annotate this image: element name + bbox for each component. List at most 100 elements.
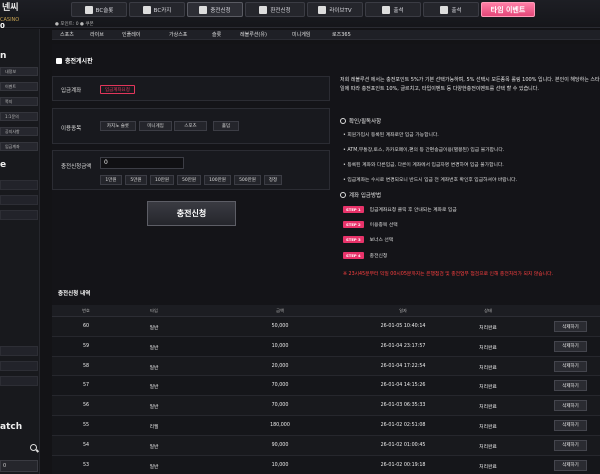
amount-chip[interactable]: 50만원 (177, 175, 201, 185)
search-icon[interactable] (30, 444, 37, 451)
delete-button[interactable]: 삭제하기 (554, 439, 587, 451)
delete-button[interactable]: 삭제하기 (554, 380, 587, 392)
delete-button[interactable]: 삭제하기 (554, 459, 587, 471)
account-request-button[interactable]: 입금계좌요청 (100, 85, 135, 94)
cell-amount: 10,000 (271, 462, 289, 468)
account-row: 입금계좌 입금계좌요청 (52, 76, 330, 101)
amount-input[interactable]: 0 (100, 157, 184, 169)
cell-amount: 70,000 (271, 383, 289, 389)
check-heading-text: 확인/필독사항 (349, 119, 382, 125)
amount-chip[interactable]: 1만원 (100, 175, 122, 185)
step-text: 입금계좌요청 클릭 후 안내되는 계좌로 입금 (369, 208, 457, 213)
sidebar-heading: atch (0, 422, 23, 432)
game-option[interactable]: 미니게임 (139, 121, 172, 131)
game-option[interactable]: 카지노 슬롯 (100, 121, 136, 131)
page-title-text: 충전게시판 (65, 58, 93, 65)
top-button-label: 출석 (451, 7, 462, 14)
cell-date: 26-01-04 17:22:54 (380, 363, 426, 369)
amount-chip[interactable]: 10만원 (150, 175, 174, 185)
method-heading-text: 계좌 입금방법 (349, 193, 382, 199)
notice-bullet-text: 입금계좌는 수시로 변경되오니 반드시 입금 전 계좌번호 확인후 입금하셔야 … (347, 178, 518, 183)
sidebar-block[interactable] (0, 361, 38, 371)
sidebar-item[interactable]: 공지사항 (0, 127, 38, 136)
cell-amount: 50,000 (271, 324, 289, 329)
column-header: 금액 (276, 308, 284, 313)
game-option[interactable]: 스포츠 (174, 121, 207, 131)
submit-deposit-button[interactable]: 충전신청 (147, 201, 236, 226)
top-button-attendance-2[interactable]: 출석 (423, 2, 479, 17)
step-badge: STEP 1 (343, 206, 364, 213)
sidebar-item-deposit-account[interactable]: 입금계좌 (0, 142, 38, 151)
top-button-bc-casino[interactable]: BC카지 (129, 2, 185, 17)
point-radios[interactable]: ● 포인트: 0 ● 쿠폰 (55, 21, 94, 27)
sidebar-item[interactable]: 내정보 (0, 67, 38, 76)
notice-bullet: • ATM,무통장,토스, 카카오페이,편의 등 간편송금이용(별봉된) 입금 … (343, 148, 505, 153)
top-button-live-tv[interactable]: 라이브TV (307, 2, 363, 17)
table-header: 번호 타입 금액 일자 상태 (52, 305, 600, 317)
cell-no: 60 (82, 324, 90, 329)
category-tab[interactable]: 슬롯 (212, 31, 221, 38)
cell-no: 54 (82, 442, 90, 448)
history-table: 번호 타입 금액 일자 상태 60 일반 50,000 26-01-05 10:40:… (52, 305, 600, 474)
top-button-attendance[interactable]: 출석 (365, 2, 421, 17)
game-label: 이용종목 (61, 126, 82, 132)
delete-button[interactable]: 삭제하기 (554, 321, 587, 332)
top-button-withdraw[interactable]: 환전신청 (245, 2, 305, 17)
time-event-button[interactable]: 타임 이벤트 (481, 2, 535, 17)
category-tab[interactable]: 레볼루션(유) (240, 31, 267, 38)
notice-intro: 저희 레볼루션 에서는 충전포인트 5%가 기본 선택가능하며, 5% 선택시 … (340, 77, 600, 92)
delete-button[interactable]: 삭제하기 (554, 340, 587, 352)
table-row: 58 일반 20,000 26-01-04 17:22:54 처리완료 삭제하기 (52, 356, 600, 377)
account-label: 입금계좌 (61, 88, 82, 94)
check-icon (440, 5, 449, 14)
cell-type: 일반 (149, 326, 159, 331)
history-title: 충전신청 내역 (58, 291, 91, 297)
withdraw-icon (259, 5, 268, 14)
table-row: 60 일반 50,000 26-01-05 10:40:14 처리완료 삭제하기 (52, 317, 600, 337)
logo[interactable]: 넨씨 (2, 0, 19, 13)
sidebar-block[interactable] (0, 180, 38, 190)
sidebar-block[interactable] (0, 346, 38, 356)
top-button-label: 출석 (393, 7, 404, 14)
category-tab[interactable]: 가상스포 (169, 31, 187, 38)
amount-chip[interactable]: 5만원 (125, 175, 147, 185)
cell-no: 59 (82, 343, 90, 349)
top-button-deposit[interactable]: 충전신청 (187, 2, 243, 17)
sidebar-select[interactable]: 0 (0, 460, 38, 472)
amount-clear-button[interactable]: 정정 (264, 175, 282, 185)
cell-date: 26-01-02 01:00:45 (380, 442, 426, 448)
cell-amount: 180,000 (270, 422, 290, 428)
cell-type: 일반 (149, 365, 159, 371)
top-button-bc-slot[interactable]: BC슬롯 (71, 2, 127, 17)
cell-status: 처리완료 (479, 326, 497, 331)
check-heading: 확인/필독사항 (340, 117, 381, 125)
category-tab[interactable]: 인플레이 (122, 31, 140, 38)
amount-chip[interactable]: 500만원 (234, 175, 261, 185)
step-text: 보너스 선택 (369, 238, 394, 243)
cell-date: 26-01-02 00:19:18 (380, 462, 426, 468)
game-option[interactable]: 홀덤 (213, 121, 239, 131)
step-badge: STEP 2 (343, 221, 364, 228)
delete-button[interactable]: 삭제하기 (554, 360, 587, 372)
casino-icon (142, 5, 151, 14)
delete-button[interactable]: 삭제하기 (554, 400, 587, 412)
sidebar-heading: n (0, 51, 7, 61)
cell-no: 57 (82, 383, 90, 389)
sidebar-block[interactable] (0, 195, 38, 205)
cell-date: 26-01-05 10:40:14 (380, 324, 426, 329)
cell-type: 일반 (149, 385, 159, 391)
cell-status: 처리완료 (479, 405, 497, 411)
sidebar-item[interactable]: 쪽지 (0, 97, 38, 106)
delete-button[interactable]: 삭제하기 (554, 419, 587, 431)
category-tab[interactable]: 미니게임 (292, 31, 310, 38)
sidebar-item[interactable]: 1:1문의 (0, 112, 38, 121)
category-tab[interactable]: 로즈365 (332, 31, 351, 38)
sidebar-heading: e (0, 160, 7, 170)
category-tab[interactable]: 라이브 (90, 31, 104, 38)
table-row: 55 리필 180,000 26-01-02 02:51:08 처리완료 삭제하기 (52, 415, 600, 436)
category-tab[interactable]: 스포츠 (60, 31, 74, 38)
sidebar-item[interactable]: 이벤트 (0, 82, 38, 91)
sidebar-block[interactable] (0, 210, 38, 220)
sidebar-block[interactable] (0, 376, 38, 386)
amount-chip[interactable]: 100만원 (204, 175, 231, 185)
